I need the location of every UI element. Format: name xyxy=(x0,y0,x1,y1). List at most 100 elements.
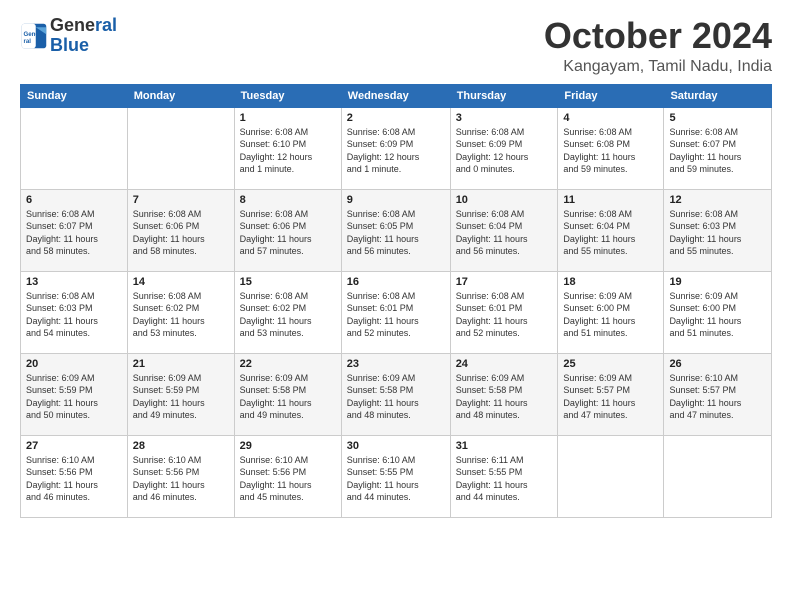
title-block: October 2024 Kangayam, Tamil Nadu, India xyxy=(544,16,772,76)
day-info: Sunrise: 6:08 AM Sunset: 6:01 PM Dayligh… xyxy=(456,290,553,340)
col-header-wednesday: Wednesday xyxy=(341,84,450,107)
day-cell: 24 Sunrise: 6:09 AM Sunset: 5:58 PM Dayli… xyxy=(450,353,558,435)
day-info: Sunrise: 6:08 AM Sunset: 6:02 PM Dayligh… xyxy=(133,290,229,340)
day-number: 30 xyxy=(347,440,445,452)
day-info: Sunrise: 6:08 AM Sunset: 6:06 PM Dayligh… xyxy=(133,208,229,258)
day-cell: 26 Sunrise: 6:10 AM Sunset: 5:57 PM Dayli… xyxy=(664,353,772,435)
day-cell: 11 Sunrise: 6:08 AM Sunset: 6:04 PM Dayli… xyxy=(558,189,664,271)
col-header-thursday: Thursday xyxy=(450,84,558,107)
day-number: 13 xyxy=(26,276,122,288)
week-row-1: 1 Sunrise: 6:08 AM Sunset: 6:10 PM Daylig… xyxy=(21,107,772,189)
week-row-5: 27 Sunrise: 6:10 AM Sunset: 5:56 PM Dayli… xyxy=(21,435,772,517)
day-info: Sunrise: 6:11 AM Sunset: 5:55 PM Dayligh… xyxy=(456,454,553,504)
day-cell: 22 Sunrise: 6:09 AM Sunset: 5:58 PM Dayli… xyxy=(234,353,341,435)
day-cell: 18Sunrise: 6:09 AM Sunset: 6:00 PM Dayli… xyxy=(558,271,664,353)
week-row-2: 6 Sunrise: 6:08 AM Sunset: 6:07 PM Daylig… xyxy=(21,189,772,271)
day-number: 3 xyxy=(456,112,553,124)
day-number: 14 xyxy=(133,276,229,288)
day-cell: 10 Sunrise: 6:08 AM Sunset: 6:04 PM Dayli… xyxy=(450,189,558,271)
day-number: 16 xyxy=(347,276,445,288)
day-cell: 4Sunrise: 6:08 AM Sunset: 6:08 PM Daylig… xyxy=(558,107,664,189)
day-info: Sunrise: 6:09 AM Sunset: 6:00 PM Dayligh… xyxy=(669,290,766,340)
day-cell: 16Sunrise: 6:08 AM Sunset: 6:01 PM Dayli… xyxy=(341,271,450,353)
day-number: 29 xyxy=(240,440,336,452)
day-info: Sunrise: 6:08 AM Sunset: 6:04 PM Dayligh… xyxy=(563,208,658,258)
day-cell: 5 Sunrise: 6:08 AM Sunset: 6:07 PM Daylig… xyxy=(664,107,772,189)
logo-text: General Blue xyxy=(50,16,117,56)
day-info: Sunrise: 6:08 AM Sunset: 6:07 PM Dayligh… xyxy=(669,126,766,176)
day-number: 9 xyxy=(347,194,445,206)
day-info: Sunrise: 6:08 AM Sunset: 6:03 PM Dayligh… xyxy=(669,208,766,258)
day-info: Sunrise: 6:09 AM Sunset: 5:59 PM Dayligh… xyxy=(26,372,122,422)
day-number: 25 xyxy=(563,358,658,370)
day-cell xyxy=(664,435,772,517)
day-cell: 3 Sunrise: 6:08 AM Sunset: 6:09 PM Daylig… xyxy=(450,107,558,189)
day-cell: 19 Sunrise: 6:09 AM Sunset: 6:00 PM Dayli… xyxy=(664,271,772,353)
day-number: 26 xyxy=(669,358,766,370)
day-cell: 8Sunrise: 6:08 AM Sunset: 6:06 PM Daylig… xyxy=(234,189,341,271)
day-cell: 6 Sunrise: 6:08 AM Sunset: 6:07 PM Daylig… xyxy=(21,189,128,271)
logo: Gene- ral General Blue xyxy=(20,16,117,56)
day-info: Sunrise: 6:09 AM Sunset: 5:58 PM Dayligh… xyxy=(456,372,553,422)
day-info: Sunrise: 6:10 AM Sunset: 5:57 PM Dayligh… xyxy=(669,372,766,422)
day-info: Sunrise: 6:10 AM Sunset: 5:56 PM Dayligh… xyxy=(26,454,122,504)
day-info: Sunrise: 6:08 AM Sunset: 6:09 PM Dayligh… xyxy=(347,126,445,176)
day-cell xyxy=(127,107,234,189)
col-header-sunday: Sunday xyxy=(21,84,128,107)
day-cell: 13Sunrise: 6:08 AM Sunset: 6:03 PM Dayli… xyxy=(21,271,128,353)
day-info: Sunrise: 6:10 AM Sunset: 5:56 PM Dayligh… xyxy=(240,454,336,504)
calendar-table: SundayMondayTuesdayWednesdayThursdayFrid… xyxy=(20,84,772,518)
day-number: 23 xyxy=(347,358,445,370)
day-cell: 14 Sunrise: 6:08 AM Sunset: 6:02 PM Dayli… xyxy=(127,271,234,353)
day-cell xyxy=(558,435,664,517)
day-cell: 1 Sunrise: 6:08 AM Sunset: 6:10 PM Daylig… xyxy=(234,107,341,189)
day-number: 28 xyxy=(133,440,229,452)
day-cell: 20 Sunrise: 6:09 AM Sunset: 5:59 PM Dayli… xyxy=(21,353,128,435)
day-info: Sunrise: 6:09 AM Sunset: 5:57 PM Dayligh… xyxy=(563,372,658,422)
day-number: 10 xyxy=(456,194,553,206)
day-info: Sunrise: 6:08 AM Sunset: 6:04 PM Dayligh… xyxy=(456,208,553,258)
day-number: 6 xyxy=(26,194,122,206)
day-number: 21 xyxy=(133,358,229,370)
day-number: 12 xyxy=(669,194,766,206)
logo-icon: Gene- ral xyxy=(20,22,48,50)
day-info: Sunrise: 6:08 AM Sunset: 6:07 PM Dayligh… xyxy=(26,208,122,258)
day-number: 5 xyxy=(669,112,766,124)
col-header-tuesday: Tuesday xyxy=(234,84,341,107)
day-cell: 28 Sunrise: 6:10 AM Sunset: 5:56 PM Dayli… xyxy=(127,435,234,517)
day-number: 4 xyxy=(563,112,658,124)
day-cell xyxy=(21,107,128,189)
day-cell: 12 Sunrise: 6:08 AM Sunset: 6:03 PM Dayli… xyxy=(664,189,772,271)
day-number: 24 xyxy=(456,358,553,370)
day-cell: 15 Sunrise: 6:08 AM Sunset: 6:02 PM Dayli… xyxy=(234,271,341,353)
day-number: 7 xyxy=(133,194,229,206)
day-cell: 2Sunrise: 6:08 AM Sunset: 6:09 PM Daylig… xyxy=(341,107,450,189)
col-header-monday: Monday xyxy=(127,84,234,107)
day-info: Sunrise: 6:10 AM Sunset: 5:56 PM Dayligh… xyxy=(133,454,229,504)
header-row: SundayMondayTuesdayWednesdayThursdayFrid… xyxy=(21,84,772,107)
day-number: 27 xyxy=(26,440,122,452)
day-number: 17 xyxy=(456,276,553,288)
svg-text:ral: ral xyxy=(24,38,32,45)
svg-text:Gene-: Gene- xyxy=(24,31,41,38)
header: Gene- ral General Blue October 2024 Kang… xyxy=(20,16,772,76)
day-info: Sunrise: 6:08 AM Sunset: 6:10 PM Dayligh… xyxy=(240,126,336,176)
day-number: 15 xyxy=(240,276,336,288)
day-number: 19 xyxy=(669,276,766,288)
day-cell: 30Sunrise: 6:10 AM Sunset: 5:55 PM Dayli… xyxy=(341,435,450,517)
day-number: 31 xyxy=(456,440,553,452)
day-number: 22 xyxy=(240,358,336,370)
day-number: 1 xyxy=(240,112,336,124)
day-info: Sunrise: 6:09 AM Sunset: 5:58 PM Dayligh… xyxy=(240,372,336,422)
day-info: Sunrise: 6:08 AM Sunset: 6:09 PM Dayligh… xyxy=(456,126,553,176)
day-info: Sunrise: 6:09 AM Sunset: 5:58 PM Dayligh… xyxy=(347,372,445,422)
day-cell: 27 Sunrise: 6:10 AM Sunset: 5:56 PM Dayli… xyxy=(21,435,128,517)
day-info: Sunrise: 6:09 AM Sunset: 6:00 PM Dayligh… xyxy=(563,290,658,340)
week-row-3: 13Sunrise: 6:08 AM Sunset: 6:03 PM Dayli… xyxy=(21,271,772,353)
day-cell: 17 Sunrise: 6:08 AM Sunset: 6:01 PM Dayli… xyxy=(450,271,558,353)
day-info: Sunrise: 6:08 AM Sunset: 6:02 PM Dayligh… xyxy=(240,290,336,340)
day-cell: 9Sunrise: 6:08 AM Sunset: 6:05 PM Daylig… xyxy=(341,189,450,271)
day-number: 11 xyxy=(563,194,658,206)
day-cell: 31 Sunrise: 6:11 AM Sunset: 5:55 PM Dayli… xyxy=(450,435,558,517)
day-number: 20 xyxy=(26,358,122,370)
